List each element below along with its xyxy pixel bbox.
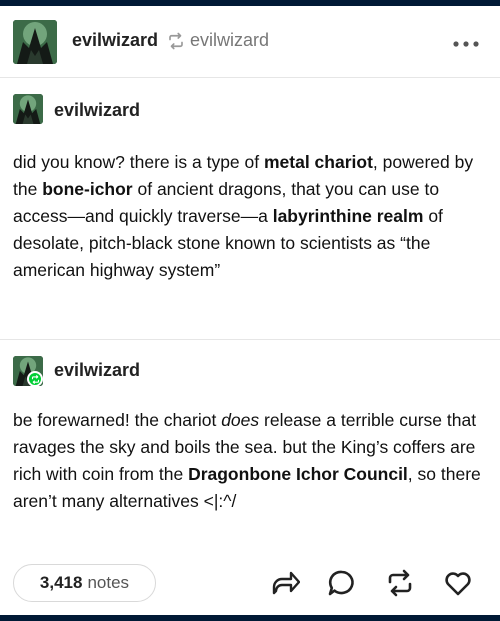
post-card: evilwizard evilwizard evilwizard did you… (0, 6, 500, 615)
post-body: be forewarned! the chariot does release … (13, 407, 491, 515)
body-text-bold: Dragonbone Ichor Council (188, 464, 408, 484)
share-button[interactable] (270, 568, 301, 598)
body-text-italic: does (221, 410, 260, 430)
notes-count: 3,418 (39, 573, 83, 592)
post-author-name[interactable]: evilwizard (54, 360, 140, 381)
bottom-bar (0, 615, 500, 621)
body-text-bold: labyrinthine realm (272, 206, 424, 226)
reply-button[interactable] (327, 568, 357, 598)
body-text-run: did you know? there is a type of (13, 152, 264, 172)
reblog-icon (169, 32, 183, 50)
share-icon (272, 571, 301, 595)
post-body: did you know? there is a type of metal c… (13, 149, 491, 284)
reblog-icon (31, 374, 39, 384)
reply-icon (328, 570, 354, 596)
body-text-bold: bone-ichor (42, 179, 133, 199)
like-button[interactable] (443, 568, 473, 598)
post-header: evilwizard evilwizard (0, 6, 500, 78)
post-author-name[interactable]: evilwizard (54, 100, 140, 121)
notes-label: notes (87, 573, 130, 592)
reblogger-avatar[interactable] (13, 20, 57, 64)
original-post: evilwizard did you know? there is a type… (0, 78, 500, 340)
reblog-icon (388, 569, 412, 597)
like-heart-icon (445, 572, 471, 596)
body-text-run: be forewarned! the chariot (13, 410, 222, 430)
author-avatar[interactable] (13, 94, 43, 124)
notes-button[interactable]: 3,418 notes (13, 564, 156, 602)
reblogger-name[interactable]: evilwizard (72, 30, 158, 51)
source-blog-name[interactable]: evilwizard (190, 30, 269, 51)
more-dots-icon[interactable] (452, 40, 480, 48)
reblog-badge (27, 371, 43, 387)
reblog-button[interactable] (385, 568, 415, 598)
body-text-bold: metal chariot (263, 152, 373, 172)
wizard-avatar-icon (13, 20, 57, 64)
wizard-avatar-icon (13, 94, 43, 124)
reblog-comment: evilwizard be forewarned! the chariot do… (0, 340, 500, 540)
